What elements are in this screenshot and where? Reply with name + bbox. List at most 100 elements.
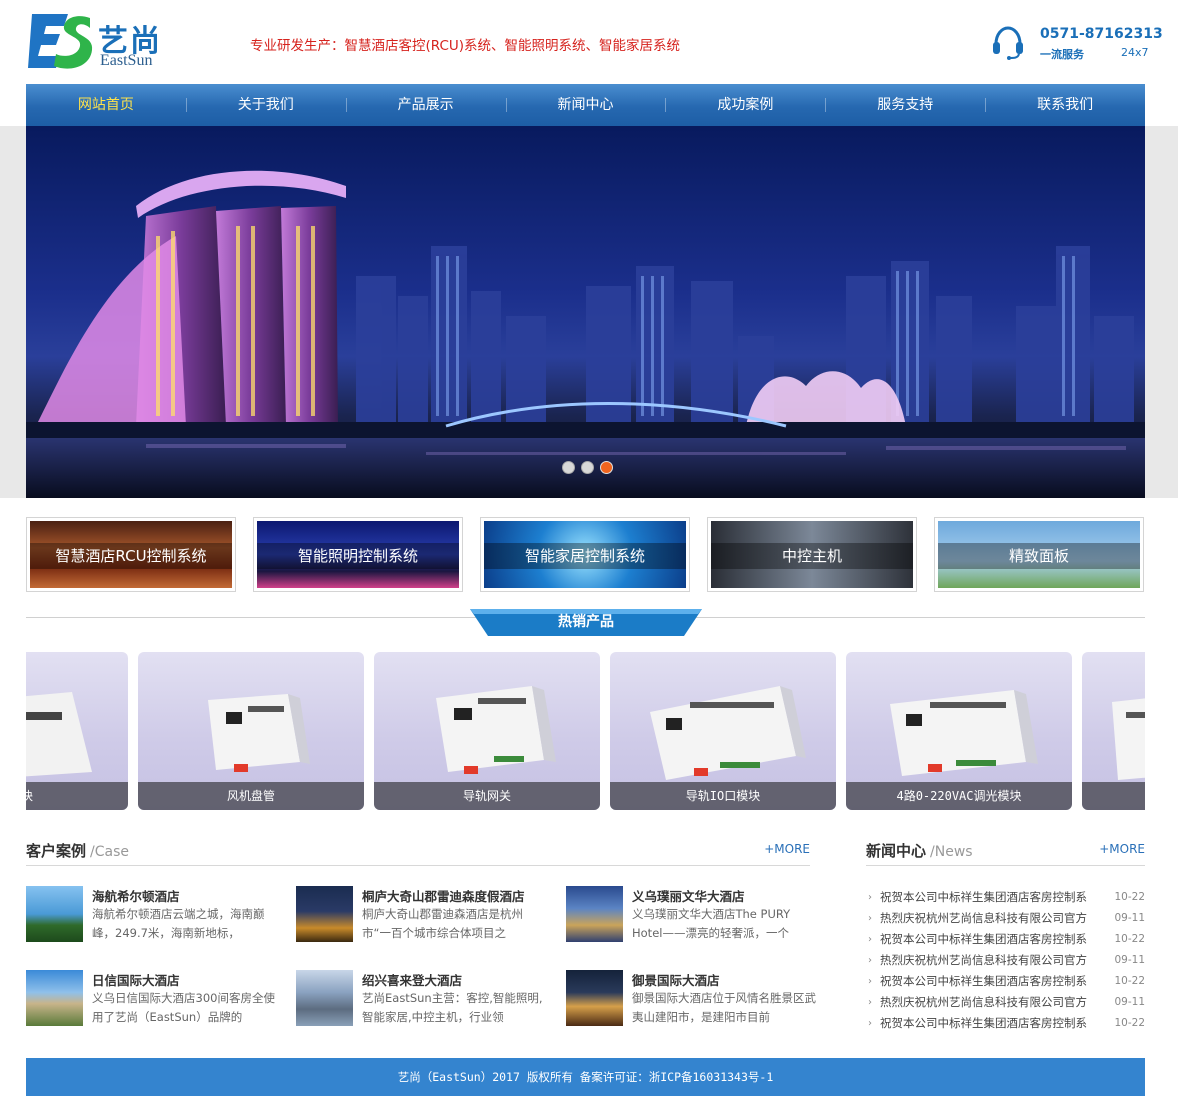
category-panel[interactable]: 精致面板 <box>934 517 1144 592</box>
news-header: 新闻中心/News +MORE <box>866 836 1145 866</box>
product-image <box>890 690 1038 776</box>
case-thumbnail <box>566 886 623 942</box>
nav-cases[interactable]: 成功案例 <box>665 84 825 126</box>
cases-more-link[interactable]: +MORE <box>764 842 810 856</box>
slider-dot-3[interactable] <box>600 461 613 474</box>
arrow-icon: › <box>868 997 872 1008</box>
nav-products[interactable]: 产品展示 <box>345 84 506 126</box>
banner-slider[interactable] <box>26 126 1145 498</box>
slider-dots <box>562 461 613 474</box>
news-item[interactable]: › 祝贺本公司中标祥生集团酒店客房控制系 10-22 <box>866 971 1145 992</box>
category-panel-image: 精致面板 <box>938 521 1140 588</box>
es-logo-mark <box>28 14 93 69</box>
case-item[interactable]: 绍兴喜来登大酒店 艺尚EastSun主营：客控,智能照明,智能家居,中控主机，行… <box>296 970 546 1028</box>
nav-home[interactable]: 网站首页 <box>26 84 186 126</box>
case-item[interactable]: 海航希尔顿酒店 海航希尔顿酒店云端之城，海南巅峰，249.7米，海南新地标， <box>26 886 276 944</box>
news-item-date: 10-22 <box>1114 933 1145 945</box>
service-hours: 24x7 <box>1121 46 1149 59</box>
product-card[interactable]: 导轨网关 <box>374 652 600 810</box>
phone-number: 0571-87162313 <box>1040 26 1163 42</box>
category-home[interactable]: 智能家居控制系统 <box>480 517 690 592</box>
case-item[interactable]: 日信国际大酒店 义乌日信国际大酒店300间客房全使用了艺尚（EastSun）品牌… <box>26 970 276 1028</box>
category-rcu[interactable]: 智慧酒店RCU控制系统 <box>26 517 236 592</box>
service-label: 一流服务 <box>1040 48 1084 61</box>
slogan: 专业研发生产：智慧酒店客控(RCU)系统、智能照明系统、智能家居系统 <box>250 38 681 54</box>
logo[interactable]: 艺尚 EastSun <box>26 12 166 72</box>
hot-products-title: 热销产品 <box>558 614 614 630</box>
category-links: 智慧酒店RCU控制系统 智能照明控制系统 智能家居控制系统 中控主机 精致面板 <box>26 517 1145 592</box>
arrow-icon: › <box>868 976 872 987</box>
news-item-title: 热烈庆祝杭州艺尚信息科技有限公司官方 <box>880 995 1087 1009</box>
category-home-image: 智能家居控制系统 <box>484 521 686 588</box>
case-title: 日信国际大酒店 <box>92 973 180 988</box>
arrow-icon: › <box>868 934 872 945</box>
case-description: 海航希尔顿酒店云端之城，海南巅峰，249.7米，海南新地标， <box>92 907 265 940</box>
product-image <box>1112 698 1145 780</box>
arrow-icon: › <box>868 913 872 924</box>
news-item-title: 祝贺本公司中标祥生集团酒店客房控制系 <box>880 932 1087 946</box>
slider-dot-2[interactable] <box>581 461 594 474</box>
news-item[interactable]: › 祝贺本公司中标祥生集团酒店客房控制系 10-22 <box>866 929 1145 950</box>
product-image <box>208 694 310 772</box>
product-carousel: 移模块 风机盘管 导轨网关 导轨IO口模块 4路0-220VAC调光模块 <box>26 652 1145 810</box>
case-description: 御景国际大酒店位于风情名胜景区武夷山建阳市，是建阳市目前 <box>632 991 816 1024</box>
news-item[interactable]: › 热烈庆祝杭州艺尚信息科技有限公司官方 09-11 <box>866 992 1145 1013</box>
case-description: 义乌璞丽文华大酒店The PURY Hotel——漂亮的轻奢派，一个 <box>632 907 791 940</box>
case-title: 海航希尔顿酒店 <box>92 889 180 904</box>
nav-news[interactable]: 新闻中心 <box>505 84 666 126</box>
news-item[interactable]: › 祝贺本公司中标祥生集团酒店客房控制系 10-22 <box>866 887 1145 908</box>
product-card[interactable]: 导轨IO口模块 <box>610 652 836 810</box>
product-label: 4路0-220VAC调光模块 <box>846 782 1072 810</box>
news-item-title: 祝贺本公司中标祥生集团酒店客房控制系 <box>880 974 1087 988</box>
arrow-icon: › <box>868 892 872 903</box>
category-home-label: 智能家居控制系统 <box>484 543 686 569</box>
cases-header: 客户案例/Case +MORE <box>26 836 810 866</box>
case-thumbnail <box>566 970 623 1026</box>
nav-contact[interactable]: 联系我们 <box>985 84 1145 126</box>
category-central-host-image: 中控主机 <box>711 521 913 588</box>
slider-dot-1[interactable] <box>562 461 575 474</box>
cases-subtitle: /Case <box>90 844 129 860</box>
logo-english: EastSun <box>100 52 153 69</box>
product-image <box>26 692 92 777</box>
case-item[interactable]: 义乌璞丽文华大酒店 义乌璞丽文华大酒店The PURY Hotel——漂亮的轻奢… <box>566 886 816 944</box>
case-description: 艺尚EastSun主营：客控,智能照明,智能家居,中控主机，行业领 <box>362 991 543 1024</box>
product-card[interactable]: 移模块 <box>26 652 128 810</box>
case-description: 桐庐大奇山郡雷迪森酒店是杭州市“一百个城市综合体项目之 <box>362 907 523 940</box>
arrow-icon: › <box>868 1018 872 1029</box>
category-lighting-image: 智能照明控制系统 <box>257 521 459 588</box>
news-item-date: 09-11 <box>1114 954 1145 966</box>
news-item[interactable]: › 热烈庆祝杭州艺尚信息科技有限公司官方 09-11 <box>866 908 1145 929</box>
news-item[interactable]: › 热烈庆祝杭州艺尚信息科技有限公司官方 09-11 <box>866 950 1145 971</box>
news-more-link[interactable]: +MORE <box>1099 842 1145 856</box>
product-label: 移模块 <box>26 782 128 810</box>
product-card[interactable] <box>1082 652 1145 810</box>
case-item[interactable]: 御景国际大酒店 御景国际大酒店位于风情名胜景区武夷山建阳市，是建阳市目前 <box>566 970 816 1028</box>
news-item[interactable]: › 祝贺本公司中标祥生集团酒店客房控制系 10-22 <box>866 1013 1145 1034</box>
product-image <box>650 686 806 780</box>
category-lighting-label: 智能照明控制系统 <box>257 543 459 569</box>
product-card[interactable]: 风机盘管 <box>138 652 364 810</box>
category-rcu-image: 智慧酒店RCU控制系统 <box>30 521 232 588</box>
case-thumbnail <box>26 970 83 1026</box>
cases-title: 客户案例/Case <box>26 842 129 860</box>
news-item-date: 09-11 <box>1114 912 1145 924</box>
case-thumbnail <box>26 886 83 942</box>
category-lighting[interactable]: 智能照明控制系统 <box>253 517 463 592</box>
headset-icon <box>993 26 1023 60</box>
product-label: 风机盘管 <box>138 782 364 810</box>
news-item-date: 09-11 <box>1114 996 1145 1008</box>
news-item-title: 祝贺本公司中标祥生集团酒店客房控制系 <box>880 890 1087 904</box>
nav-about[interactable]: 关于我们 <box>185 84 346 126</box>
news-item-date: 10-22 <box>1114 1017 1145 1029</box>
case-thumbnail <box>296 970 353 1026</box>
banner-image <box>26 170 1145 498</box>
main-nav: 网站首页 关于我们 产品展示 新闻中心 成功案例 服务支持 联系我们 <box>26 84 1145 126</box>
news-item-date: 10-22 <box>1114 891 1145 903</box>
product-card[interactable]: 4路0-220VAC调光模块 <box>846 652 1072 810</box>
category-central-host[interactable]: 中控主机 <box>707 517 917 592</box>
case-thumbnail <box>296 886 353 942</box>
case-item[interactable]: 桐庐大奇山郡雷迪森度假酒店 桐庐大奇山郡雷迪森酒店是杭州市“一百个城市综合体项目… <box>296 886 546 944</box>
hot-products-heading: 热销产品 <box>470 609 702 636</box>
nav-support[interactable]: 服务支持 <box>825 84 985 126</box>
